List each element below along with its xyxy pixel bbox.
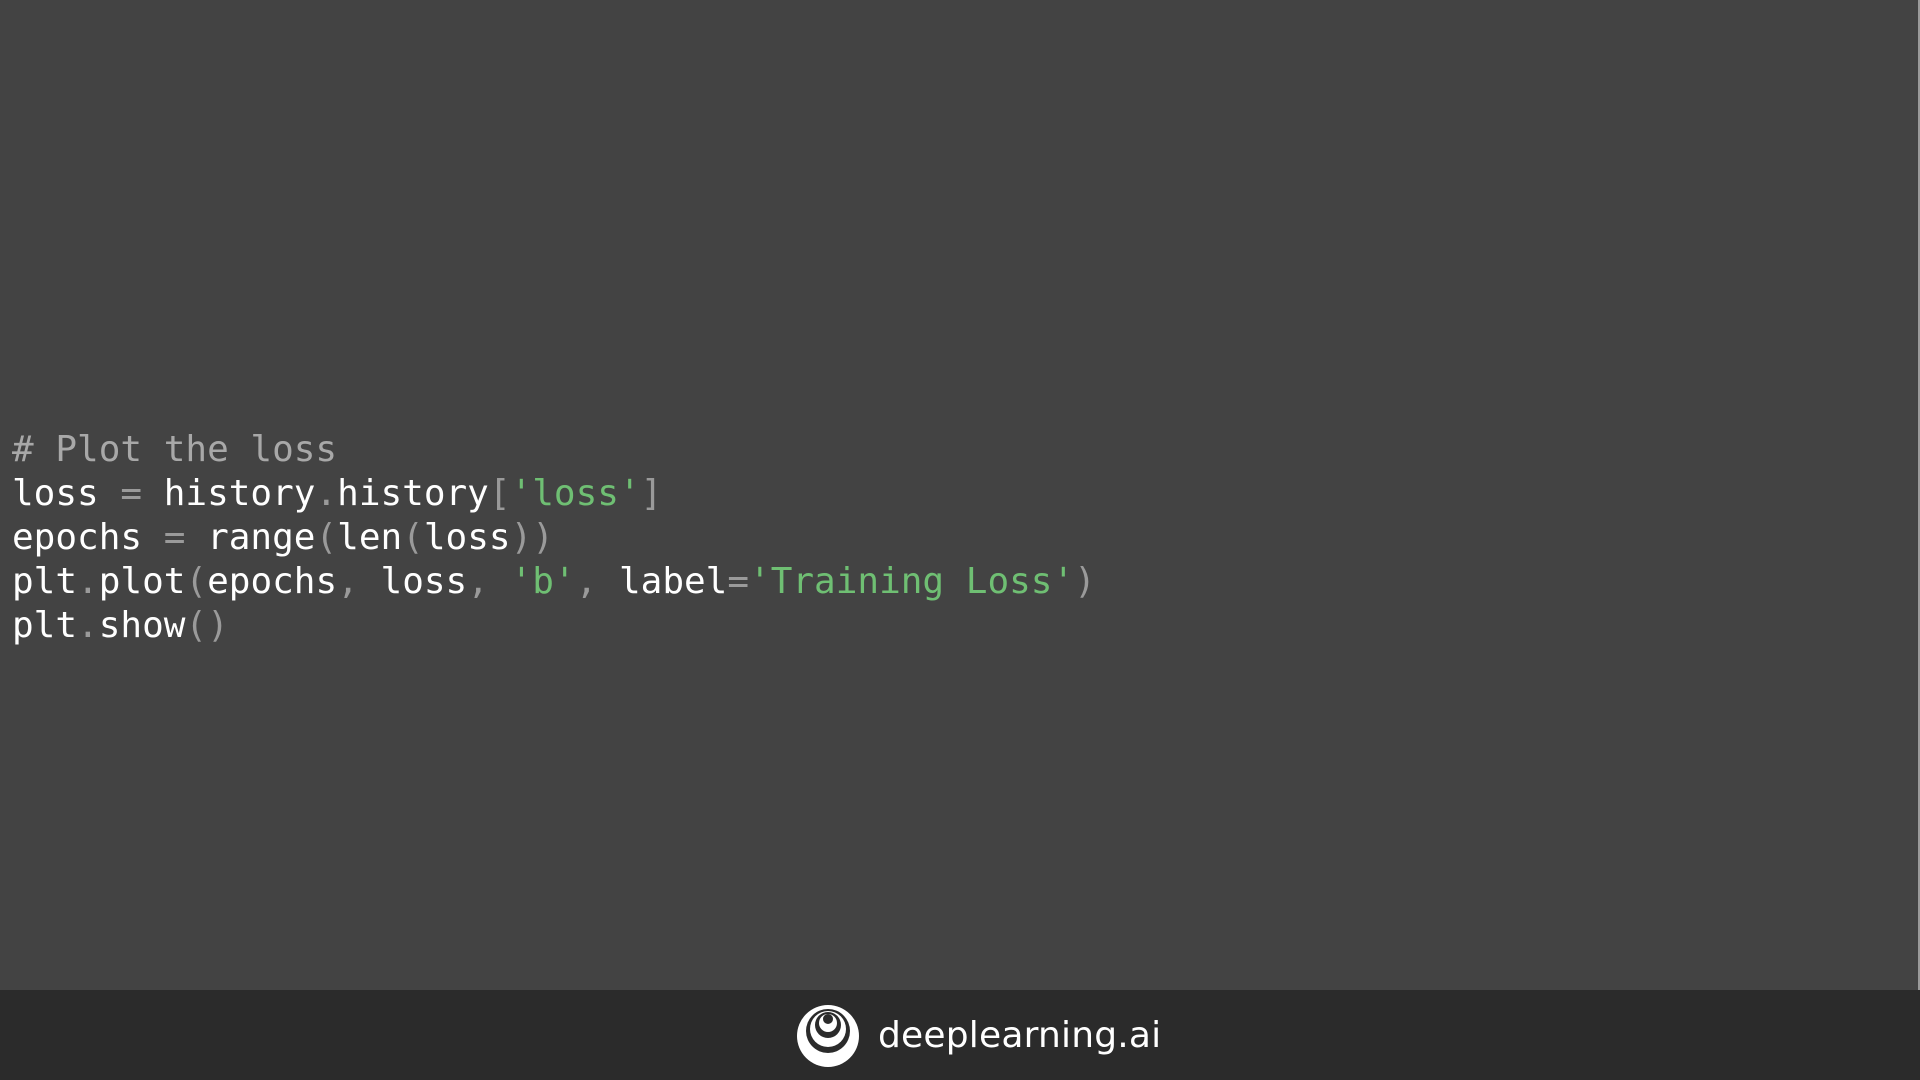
code-token-punct: = — [142, 517, 208, 558]
code-token-punct: ( — [315, 517, 338, 558]
code-token-string: 'loss' — [510, 473, 641, 514]
code-line: loss = history.history['loss'] — [12, 472, 1096, 516]
code-line: # Plot the loss — [12, 428, 1096, 472]
code-token-punct: . — [77, 605, 99, 646]
code-token-ident: plot — [98, 561, 186, 602]
code-token-ident: loss — [423, 517, 511, 558]
code-token-ident: plt — [12, 605, 78, 646]
code-token-punct: [ — [488, 473, 511, 514]
code-token-ident: range — [207, 517, 316, 558]
code-block: # Plot the loss loss = history.history['l… — [12, 428, 1096, 648]
code-token-punct: ) — [1074, 561, 1096, 602]
code-line: plt.show() — [12, 604, 1096, 648]
code-token-ident: plt — [12, 561, 78, 602]
code-token-punct: )) — [510, 517, 554, 558]
code-token-comment: # Plot the loss — [12, 429, 338, 470]
code-token-punct: () — [185, 605, 229, 646]
code-token-punct: . — [77, 561, 99, 602]
slide: # Plot the loss loss = history.history['l… — [0, 0, 1920, 1080]
code-token-ident: loss — [12, 473, 99, 514]
code-token-punct: = — [727, 561, 750, 602]
code-token-punct: ( — [185, 561, 208, 602]
deeplearning-ai-logo-icon — [797, 1005, 859, 1067]
code-token-ident: epochs — [12, 517, 143, 558]
code-token-punct: . — [315, 473, 338, 514]
code-line: plt.plot(epochs, loss, 'b', label='Train… — [12, 560, 1096, 604]
code-token-ident: len — [337, 517, 403, 558]
code-token-punct: = — [98, 473, 164, 514]
brand: deeplearning.ai — [796, 1004, 1161, 1068]
code-token-ident: loss — [380, 561, 468, 602]
code-token-string: 'Training Loss' — [749, 561, 1075, 602]
code-token-punct: ] — [640, 473, 663, 514]
code-token-ident: history — [163, 473, 316, 514]
code-token-punct: , — [337, 561, 381, 602]
code-token-punct: , — [575, 561, 619, 602]
code-token-punct: ( — [402, 517, 424, 558]
code-token-string: 'b' — [510, 561, 576, 602]
code-line: epochs = range(len(loss)) — [12, 516, 1096, 560]
brand-name: deeplearning.ai — [878, 1015, 1162, 1056]
code-token-ident: show — [98, 605, 186, 646]
code-token-ident: epochs — [207, 561, 338, 602]
code-token-ident: history — [337, 473, 489, 514]
code-token-punct: , — [467, 561, 511, 602]
code-token-ident: label — [618, 561, 728, 602]
